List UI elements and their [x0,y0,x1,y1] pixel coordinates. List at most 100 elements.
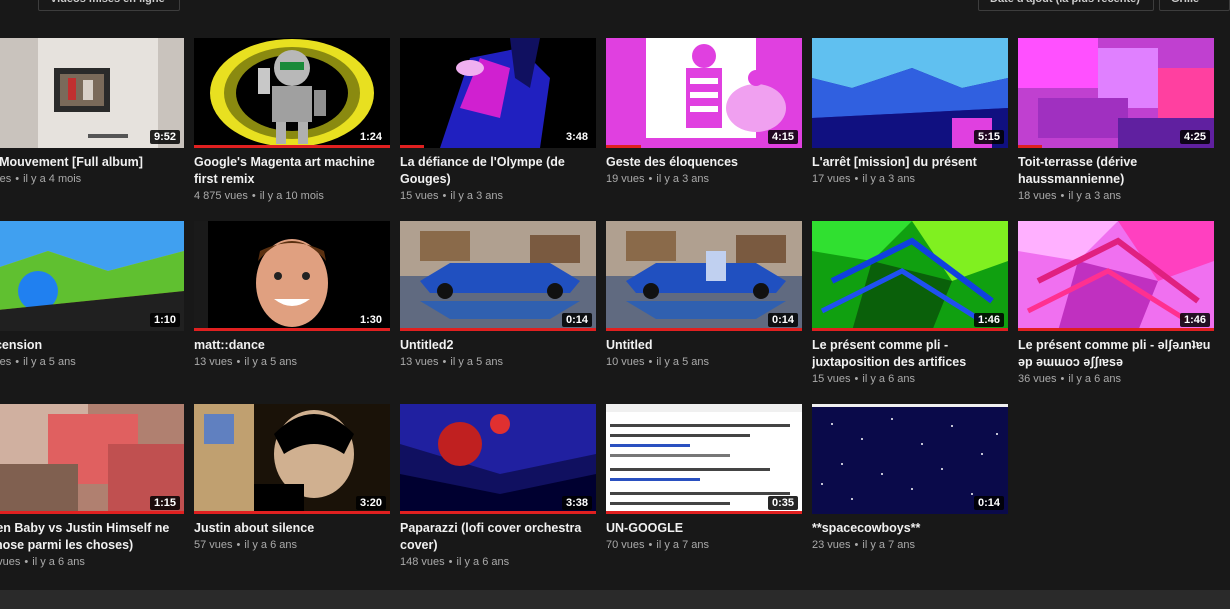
upload-age: il y a 7 ans [862,539,915,551]
video-title[interactable]: matt::dance [194,337,390,354]
video-title[interactable]: tten Baby vs Justin Himself ne chose par… [0,520,184,554]
video-duration: 1:30 [355,313,386,327]
video-card[interactable]: 0:14 Untitled 10 vues • il y a 5 ans [606,221,802,368]
video-thumbnail[interactable]: 0:14 [400,221,596,331]
video-card[interactable]: 1:24 Google's Magenta art machine first … [194,38,390,202]
video-thumbnail[interactable]: 1:15 [0,404,184,514]
video-card[interactable]: 1:30 matt::dance 13 vues • il y a 5 ans [194,221,390,368]
video-card[interactable]: 9:52 n Mouvement [Full album] vues•il y … [0,38,184,185]
watch-progress-bar [606,328,802,331]
video-title[interactable]: L'arrêt [mission] du présent [812,154,1008,171]
upload-age: il y a 6 ans [32,556,85,568]
video-thumbnail[interactable]: 3:48 [400,38,596,148]
video-title[interactable]: Le présent comme pli - ǝlʃǝɹnʇɐu ǝp ǝɯɯo… [1018,337,1214,371]
video-title[interactable]: Google's Magenta art machine first remix [194,154,390,188]
video-card[interactable]: 4:15 Geste des éloquences 19 vues • il y a… [606,38,802,185]
video-duration: 1:15 [149,496,180,510]
video-card[interactable]: 5:15 L'arrêt [mission] du présent 17 vue… [812,38,1008,185]
watch-progress-bar [194,145,390,148]
video-thumbnail[interactable]: 1:46 [812,221,1008,331]
view-count: vues [0,356,12,368]
video-meta: 2 vues•il y a 6 ans [0,556,184,568]
video-meta: 17 vues • il y a 3 ans [812,173,915,185]
video-meta: 19 vues • il y a 3 ans [606,173,709,185]
video-title[interactable]: Untitled [606,337,802,354]
video-thumbnail[interactable]: 1:46 [1018,221,1214,331]
video-duration: 4:15 [767,130,798,144]
upload-age: il y a 5 ans [244,356,297,368]
video-meta: 13 vues • il y a 5 ans [194,356,297,368]
video-card[interactable]: 1:46 Le présent comme pli - ǝlʃǝɹnʇɐu ǝp… [1018,221,1214,385]
video-duration: 3:48 [561,130,592,144]
view-count: vues [0,173,12,185]
bottom-bar [0,590,1230,609]
video-card[interactable]: 4:25 Toit-terrasse (dérive haussmannienn… [1018,38,1214,202]
video-title[interactable]: **spacecowboys** [812,520,1008,537]
video-title[interactable]: Toit-terrasse (dérive haussmannienne) [1018,154,1214,188]
video-card[interactable]: 1:15 tten Baby vs Justin Himself ne chos… [0,404,184,568]
video-title[interactable]: Justin about silence [194,520,390,537]
view-count: 18 vues [1018,190,1057,202]
video-title[interactable]: Geste des éloquences [606,154,802,171]
video-meta: 15 vues • il y a 3 ans [400,190,503,202]
view-count: 57 vues [194,539,233,551]
video-card[interactable]: 1:46 Le présent comme pli - juxtapositio… [812,221,1008,385]
video-card[interactable]: 0:14 **spacecowboys** 23 vues • il y a 7 a… [812,404,1008,551]
video-meta: 18 vues • il y a 3 ans [1018,190,1121,202]
video-title[interactable]: n Mouvement [Full album] [0,154,184,171]
video-thumbnail[interactable]: 9:52 [0,38,184,148]
video-thumbnail[interactable]: 4:15 [606,38,802,148]
video-thumbnail[interactable]: 1:24 [194,38,390,148]
video-duration: 5:15 [973,130,1004,144]
video-meta: 4 875 vues • il y a 10 mois [194,190,324,202]
view-count: 10 vues [606,356,645,368]
view-count: 4 875 vues [194,190,248,202]
video-duration: 3:20 [355,496,386,510]
video-duration: 1:46 [1179,313,1210,327]
video-duration: 1:46 [973,313,1004,327]
view-count: 13 vues [194,356,233,368]
video-thumbnail[interactable]: 0:14 [606,221,802,331]
view-count: 70 vues [606,539,645,551]
video-duration: 1:24 [355,130,386,144]
video-card[interactable]: 3:38 Paparazzi (lofi cover orchestra cov… [400,404,596,568]
upload-age: il y a 3 ans [450,190,503,202]
video-thumbnail[interactable]: 1:30 [194,221,390,331]
video-card[interactable]: 0:35 UN-GOOGLE 70 vues • il y a 7 ans [606,404,802,551]
video-title[interactable]: scension [0,337,184,354]
video-thumbnail[interactable]: 0:35 [606,404,802,514]
video-card[interactable]: 3:20 Justin about silence 57 vues • il y a… [194,404,390,551]
video-title[interactable]: Untitled2 [400,337,596,354]
video-duration: 0:14 [767,313,798,327]
video-card[interactable]: 0:14 Untitled2 13 vues • il y a 5 ans [400,221,596,368]
video-title[interactable]: Le présent comme pli - juxtaposition des… [812,337,1008,371]
video-thumbnail[interactable]: 3:38 [400,404,596,514]
video-grid: 9:52 n Mouvement [Full album] vues•il y … [0,0,1230,590]
video-thumbnail[interactable]: 3:20 [194,404,390,514]
video-meta: 36 vues • il y a 6 ans [1018,373,1121,385]
video-title[interactable]: La défiance de l'Olympe (de Gouges) [400,154,596,188]
upload-age: il y a 6 ans [1068,373,1121,385]
video-thumbnail[interactable]: 0:14 [812,404,1008,514]
video-meta: 10 vues • il y a 5 ans [606,356,709,368]
video-card[interactable]: 3:48 La défiance de l'Olympe (de Gouges)… [400,38,596,202]
video-title[interactable]: Paparazzi (lofi cover orchestra cover) [400,520,596,554]
watch-progress-bar [400,328,596,331]
upload-age: il y a 3 ans [656,173,709,185]
view-count: 19 vues [606,173,645,185]
video-thumbnail[interactable]: 5:15 [812,38,1008,148]
upload-age: il y a 6 ans [862,373,915,385]
view-count: 148 vues [400,556,445,568]
video-card[interactable]: 1:10 scension vues•il y a 5 ans [0,221,184,368]
watch-progress-bar [606,145,642,148]
video-title[interactable]: UN-GOOGLE [606,520,802,537]
video-duration: 9:52 [149,130,180,144]
upload-age: il y a 5 ans [450,356,503,368]
video-meta: 70 vues • il y a 7 ans [606,539,709,551]
video-duration: 4:25 [1179,130,1210,144]
video-thumbnail[interactable]: 1:10 [0,221,184,331]
upload-age: il y a 5 ans [656,356,709,368]
view-count: 2 vues [0,556,21,568]
video-thumbnail[interactable]: 4:25 [1018,38,1214,148]
upload-age: il y a 3 ans [1068,190,1121,202]
